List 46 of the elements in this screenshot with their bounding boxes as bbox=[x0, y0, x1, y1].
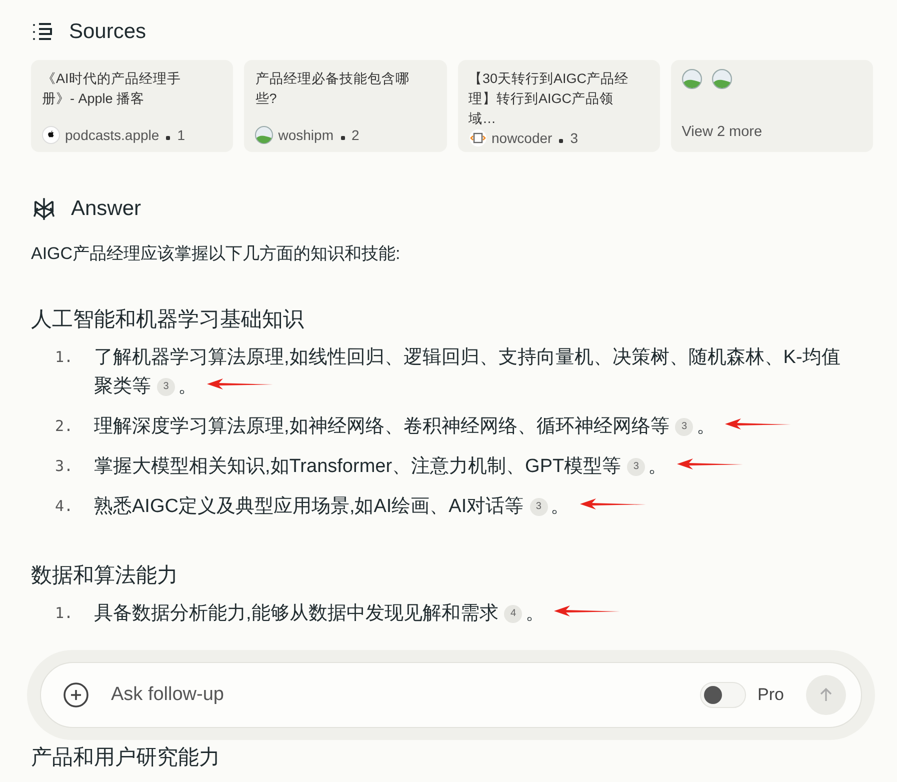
citation-badge[interactable]: 3 bbox=[675, 418, 694, 436]
list-item-text: 熟悉AIGC定义及典型应用场景,如AI绘画、AI对话等 3 。 bbox=[94, 496, 570, 517]
pro-label: Pro bbox=[758, 685, 784, 705]
list-item-text: 掌握大模型相关知识,如Transformer、注意力机制、GPT模型等 3 。 bbox=[94, 456, 668, 477]
follow-up-field[interactable]: Ask follow-up bbox=[101, 684, 688, 706]
section-heading: 产品和用户研究能力 bbox=[31, 745, 221, 771]
arrow-up-icon bbox=[818, 687, 834, 703]
source-site: nowcoder bbox=[492, 130, 552, 146]
section-title: Answer bbox=[71, 197, 142, 221]
image-placeholder-icon bbox=[255, 126, 274, 144]
source-number: 3 bbox=[570, 130, 578, 146]
list-number: 4. bbox=[54, 496, 74, 517]
image-placeholder-icon bbox=[682, 69, 702, 89]
more-sources-card[interactable]: View 2 more bbox=[670, 60, 873, 152]
image-placeholder-icon bbox=[712, 69, 732, 89]
source-title: 产品经理必备技能包含哪些? bbox=[255, 70, 410, 108]
section-title: Sources bbox=[69, 20, 146, 44]
citation-badge[interactable]: 4 bbox=[504, 605, 522, 623]
source-title: 《AI时代的产品经理手册》- Apple 播客 bbox=[42, 70, 182, 108]
answer-intro: AIGC产品经理应该掌握以下几方面的知识和技能: bbox=[31, 243, 402, 265]
citation-badge[interactable]: 3 bbox=[157, 378, 175, 396]
source-card[interactable]: 《AI时代的产品经理手册》- Apple 播客 podcasts.apple 1 bbox=[31, 60, 234, 152]
list-number: 1. bbox=[54, 603, 74, 624]
list-item-text: 理解深度学习算法原理,如神经网络、卷积神经网络、循环神经网络等 3 。 bbox=[94, 416, 716, 437]
list-number: 1. bbox=[54, 347, 74, 368]
source-number: 1 bbox=[177, 127, 185, 143]
code-icon bbox=[468, 129, 486, 147]
section-heading: 数据和算法能力 bbox=[31, 563, 179, 589]
section-heading: 人工智能和机器学习基础知识 bbox=[31, 307, 305, 333]
source-site: podcasts.apple bbox=[65, 127, 160, 143]
add-icon[interactable] bbox=[63, 682, 89, 708]
list-item-text: 具备数据分析能力,能够从数据中发现见解和需求 4 。 bbox=[94, 603, 544, 624]
pro-toggle[interactable] bbox=[700, 682, 746, 708]
source-site: woshipm bbox=[278, 127, 334, 143]
citation-badge[interactable]: 3 bbox=[627, 458, 646, 476]
list-number: 2. bbox=[54, 416, 74, 437]
list-number: 3. bbox=[54, 456, 74, 477]
source-number: 2 bbox=[352, 127, 360, 143]
source-title: 【30天转行到AIGC产品经理】转行到AIGC产品领域… bbox=[468, 70, 630, 128]
citation-badge[interactable]: 3 bbox=[530, 498, 548, 516]
view-more-label: View 2 more bbox=[682, 124, 764, 140]
apple-icon bbox=[42, 126, 60, 144]
list-item-text: 了解机器学习算法原理,如线性回归、逻辑回归、支持向量机、决策树、随机森林、K-均值聚类等 3 。 bbox=[94, 347, 840, 397]
answer-icon bbox=[31, 196, 57, 222]
source-card[interactable]: 【30天转行到AIGC产品经理】转行到AIGC产品领域… nowcoder 3 bbox=[458, 60, 660, 152]
source-card[interactable]: 产品经理必备技能包含哪些? woshipm 2 bbox=[244, 60, 446, 152]
